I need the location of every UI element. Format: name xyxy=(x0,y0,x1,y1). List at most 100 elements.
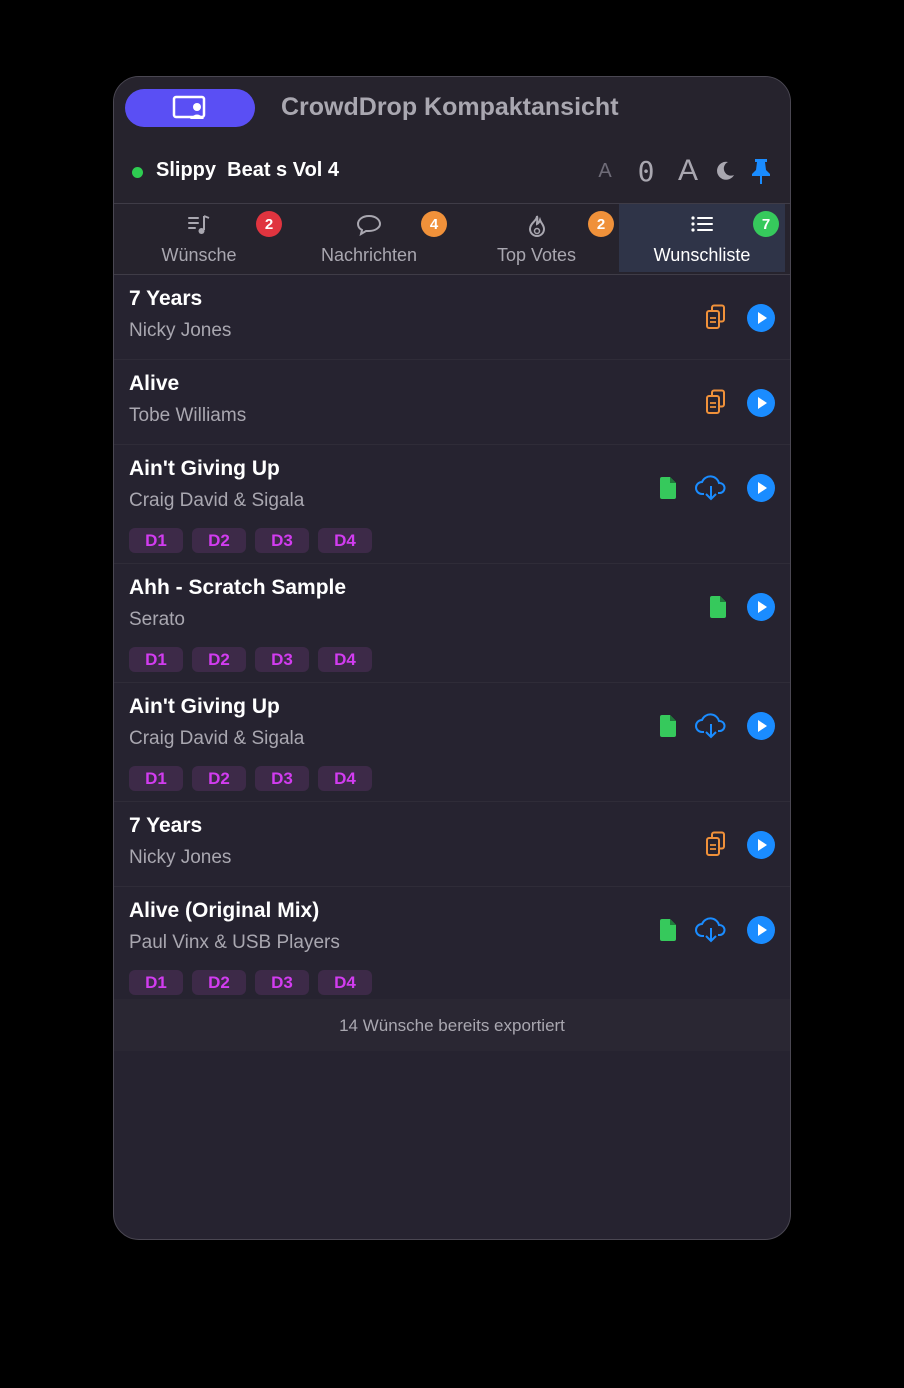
play-circle-icon xyxy=(747,593,775,621)
deck-chip-d3[interactable]: D3 xyxy=(255,970,309,995)
play-button[interactable] xyxy=(746,473,776,503)
deck-chip-d1[interactable]: D1 xyxy=(129,970,183,995)
deck-chip-d3[interactable]: D3 xyxy=(255,766,309,791)
local-file-button[interactable] xyxy=(657,475,679,501)
cloud-download-button[interactable] xyxy=(694,915,728,945)
play-button[interactable] xyxy=(746,830,776,860)
cloud-download-button[interactable] xyxy=(694,711,728,741)
deck-chip-d4[interactable]: D4 xyxy=(318,970,372,995)
play-circle-icon xyxy=(747,916,775,944)
play-button[interactable] xyxy=(746,303,776,333)
cloud-download-button[interactable] xyxy=(694,473,728,503)
list-item[interactable]: Ain't Giving Up Craig David & Sigala D1 … xyxy=(114,683,790,802)
zoom-value: 0 xyxy=(637,154,655,188)
local-file-button[interactable] xyxy=(657,917,679,943)
compact-window: CrowdDrop Kompaktansicht Slippy Beat s V… xyxy=(113,76,791,1240)
track-artist: Nicky Jones xyxy=(129,320,232,341)
copy-icon xyxy=(706,389,725,414)
copy-icon xyxy=(706,831,725,856)
file-icon xyxy=(660,715,676,737)
deck-chip-d1[interactable]: D1 xyxy=(129,647,183,672)
play-circle-icon xyxy=(747,304,775,332)
music-list-icon xyxy=(188,215,210,234)
zoom-reset-button[interactable]: 0 xyxy=(632,153,660,189)
pin-icon xyxy=(752,159,770,184)
file-icon xyxy=(660,477,676,499)
track-artist: Nicky Jones xyxy=(129,847,232,868)
font-smaller-button[interactable]: A xyxy=(594,153,616,189)
list-item[interactable]: Alive Tobe Williams xyxy=(114,360,790,445)
tab-badge: 2 xyxy=(588,211,614,237)
font-small-label: A xyxy=(598,159,612,182)
track-title: Alive (Original Mix) xyxy=(129,899,320,922)
deck-chip-d2[interactable]: D2 xyxy=(192,970,246,995)
tab-badge: 4 xyxy=(421,211,447,237)
tab-wunschliste[interactable]: Wunschliste 7 xyxy=(619,204,785,272)
flame-icon xyxy=(528,215,545,237)
copy-button[interactable] xyxy=(704,830,728,858)
dark-mode-toggle[interactable] xyxy=(712,153,738,189)
play-button[interactable] xyxy=(746,915,776,945)
deck-chip-d2[interactable]: D2 xyxy=(192,647,246,672)
tab-badge: 2 xyxy=(256,211,282,237)
deck-chip-d1[interactable]: D1 xyxy=(129,528,183,553)
play-button[interactable] xyxy=(746,388,776,418)
export-status-bar: 14 Wünsche bereits exportiert xyxy=(114,999,790,1051)
font-large-label: A xyxy=(677,154,698,187)
deck-chip-d2[interactable]: D2 xyxy=(192,766,246,791)
cloud-download-icon xyxy=(695,475,726,501)
presentation-mode-button[interactable] xyxy=(125,89,255,127)
track-artist: Paul Vinx & USB Players xyxy=(129,932,340,953)
deck-chip-d4[interactable]: D4 xyxy=(318,766,372,791)
file-icon xyxy=(710,596,726,618)
track-artist: Serato xyxy=(129,609,185,630)
track-artist: Craig David & Sigala xyxy=(129,728,305,749)
deck-chip-d2[interactable]: D2 xyxy=(192,528,246,553)
track-title: Ahh - Scratch Sample xyxy=(129,576,347,599)
event-bar: Slippy Beat s Vol 4 A 0 A xyxy=(114,141,790,203)
track-title: 7 Years xyxy=(129,287,203,310)
list-item[interactable]: 7 Years Nicky Jones xyxy=(114,802,790,887)
export-status-text: 14 Wünsche bereits exportiert xyxy=(339,1016,565,1035)
wish-list: 7 Years Nicky Jones Alive Tobe Williams … xyxy=(114,275,790,1003)
deck-chip-d4[interactable]: D4 xyxy=(318,647,372,672)
play-circle-icon xyxy=(747,712,775,740)
title-bar: CrowdDrop Kompaktansicht xyxy=(114,77,790,141)
live-status-dot xyxy=(132,167,143,178)
tab-top-votes[interactable]: Top Votes 2 xyxy=(454,204,619,272)
font-larger-button[interactable]: A xyxy=(674,153,702,189)
play-button[interactable] xyxy=(746,711,776,741)
list-item[interactable]: Alive (Original Mix) Paul Vinx & USB Pla… xyxy=(114,887,790,1003)
track-artist: Craig David & Sigala xyxy=(129,490,305,511)
track-title: Ain't Giving Up xyxy=(129,457,280,480)
app-title: CrowdDrop Kompaktansicht xyxy=(281,93,619,121)
copy-icon xyxy=(706,304,725,329)
local-file-button[interactable] xyxy=(707,594,729,620)
speech-bubble-icon xyxy=(356,214,382,236)
tab-nachrichten[interactable]: Nachrichten 4 xyxy=(284,204,454,272)
list-item[interactable]: 7 Years Nicky Jones xyxy=(114,275,790,360)
track-title: Alive xyxy=(129,372,180,395)
tab-badge: 7 xyxy=(753,211,779,237)
pin-window-toggle[interactable] xyxy=(748,153,774,189)
deck-chip-d3[interactable]: D3 xyxy=(255,647,309,672)
copy-button[interactable] xyxy=(704,388,728,416)
screen-user-icon xyxy=(172,95,206,119)
track-title: Ain't Giving Up xyxy=(129,695,280,718)
tab-label: Wünsche xyxy=(161,245,237,265)
tab-bar: Wünsche 2 Nachrichten 4 Top Votes 2 Wuns… xyxy=(114,203,790,275)
list-item[interactable]: Ain't Giving Up Craig David & Sigala D1 … xyxy=(114,445,790,564)
track-artist: Tobe Williams xyxy=(129,405,247,426)
copy-button[interactable] xyxy=(704,303,728,331)
tab-wuensche[interactable]: Wünsche 2 xyxy=(114,204,284,272)
play-circle-icon xyxy=(747,389,775,417)
local-file-button[interactable] xyxy=(657,713,679,739)
deck-chip-d1[interactable]: D1 xyxy=(129,766,183,791)
deck-chip-d3[interactable]: D3 xyxy=(255,528,309,553)
tab-label: Nachrichten xyxy=(320,245,418,265)
list-item[interactable]: Ahh - Scratch Sample Serato D1 D2 D3 D4 xyxy=(114,564,790,683)
play-button[interactable] xyxy=(746,592,776,622)
track-title: 7 Years xyxy=(129,814,203,837)
deck-chip-d4[interactable]: D4 xyxy=(318,528,372,553)
tab-label: Top Votes xyxy=(496,245,577,265)
